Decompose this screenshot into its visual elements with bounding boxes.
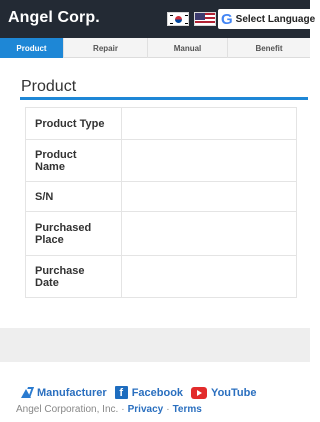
youtube-link[interactable]: YouTube	[191, 386, 257, 399]
product-info-table: Product Type Product Name S/N Purchased Pl…	[25, 107, 298, 298]
facebook-link-label: Facebook	[131, 386, 184, 399]
spacer-band	[0, 328, 310, 362]
footer-links: Manufacturer f Facebook YouTube	[20, 386, 264, 399]
row-label-purchase-date: Purchase Date	[25, 255, 122, 298]
row-label-product-type: Product Type	[25, 107, 122, 140]
manufacturer-link[interactable]: Manufacturer	[20, 386, 107, 399]
row-value-sn	[120, 181, 298, 212]
manufacturer-logo-icon	[20, 386, 35, 399]
youtube-icon	[191, 386, 208, 399]
language-selector-label: Select Language	[235, 13, 316, 25]
language-selector[interactable]: G Select Language	[218, 9, 318, 29]
tab-manual[interactable]: Manual	[148, 38, 228, 58]
table-row: Purchase Date	[25, 255, 298, 298]
table-row: Purchased Place	[25, 211, 298, 256]
privacy-link[interactable]: Privacy	[128, 404, 164, 415]
table-row: Product Name	[25, 139, 298, 182]
tab-bar: Product Repair Manual Benefit	[0, 38, 310, 58]
korean-flag-icon[interactable]	[167, 12, 189, 26]
tab-repair[interactable]: Repair	[64, 38, 148, 58]
terms-link[interactable]: Terms	[173, 404, 202, 415]
row-label-purchased-place: Purchased Place	[25, 211, 122, 256]
brand-title: Angel Corp.	[8, 9, 100, 26]
us-flag-icon[interactable]	[194, 12, 216, 26]
separator: ·	[121, 404, 125, 415]
table-row: Product Type	[25, 107, 298, 140]
copyright-text: Angel Corporation, Inc.	[16, 404, 119, 415]
copyright-line: Angel Corporation, Inc. · Privacy · Term…	[16, 404, 202, 415]
facebook-link[interactable]: f Facebook	[114, 386, 184, 399]
row-value-product-name	[120, 139, 298, 182]
row-value-product-type	[120, 107, 298, 140]
youtube-link-label: YouTube	[211, 386, 257, 399]
app-header: Angel Corp. G Select Language	[0, 0, 318, 38]
manufacturer-link-label: Manufacturer	[37, 386, 107, 399]
page-title: Product	[21, 78, 77, 95]
facebook-icon: f	[114, 386, 128, 399]
row-label-product-name: Product Name	[25, 139, 122, 182]
separator: ·	[166, 404, 170, 415]
google-g-icon: G	[221, 10, 233, 28]
table-row: S/N	[25, 181, 298, 212]
tab-product[interactable]: Product	[0, 38, 64, 58]
row-value-purchase-date	[120, 255, 298, 298]
row-value-purchased-place	[120, 211, 298, 256]
title-underline	[20, 97, 308, 100]
tab-benefit[interactable]: Benefit	[228, 38, 310, 58]
row-label-sn: S/N	[25, 181, 122, 212]
